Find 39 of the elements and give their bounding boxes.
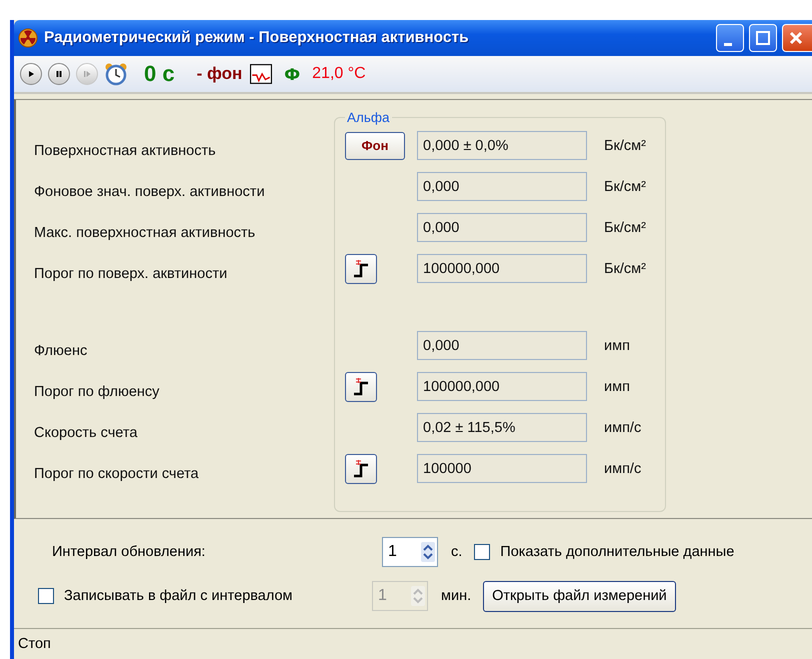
interval-spinner[interactable]: 1 (382, 537, 438, 567)
value-field: 0,000 ± 0,0% (417, 131, 587, 160)
flux-label: Ф (284, 64, 300, 84)
value-field: 0,000 (417, 331, 587, 360)
unit-label: Бк/см² (604, 260, 646, 276)
unit-label: Бк/см² (604, 138, 646, 154)
row-label: Флюенс (34, 342, 88, 358)
background-status: - фон (196, 64, 242, 84)
status-text: Стоп (18, 636, 51, 652)
row-label: Макс. поверхностная активность (34, 224, 256, 240)
group-title: Альфа (346, 110, 391, 125)
interval-label: Интервал обновления: (52, 544, 206, 560)
value-field: 0,02 ± 115,5% (417, 413, 587, 442)
unit-label: имп/с (604, 420, 642, 436)
unit-label: Бк/см² (604, 220, 646, 236)
row-label: Скорость счета (34, 424, 138, 440)
value-field: 100000,000 (417, 254, 587, 283)
unit-label: имп/с (604, 460, 642, 476)
unit-label: имп (604, 338, 630, 354)
open-file-button[interactable]: Открыть файл измерений (483, 580, 676, 612)
value-field: 100000,000 (417, 372, 587, 401)
row-label: Порог по флюенсу (34, 384, 160, 400)
unit-label: Бк/см² (604, 178, 646, 194)
checkbox-label: Записывать в файл с интервалом (64, 588, 294, 604)
checkbox-label: Показать дополнительные данные (500, 544, 734, 560)
row-label: Порог по скорости счета (34, 466, 199, 482)
row-label: Порог по поверх. аквтиности (34, 266, 228, 282)
value-field: 100000 (417, 454, 587, 483)
row-label: Поверхностная активность (34, 142, 216, 158)
timer-text: 0 с (144, 61, 175, 87)
seconds-label: с. (451, 544, 462, 560)
background-button[interactable]: Фон (345, 132, 405, 160)
value-field: 0,000 (417, 213, 587, 242)
unit-label: имп (604, 378, 630, 394)
temperature-text: 21,0 °C (312, 65, 366, 83)
window-title: Радиометрический режим - Поверхностная активность (44, 29, 469, 47)
minutes-label: мин. (441, 588, 472, 604)
value-field: 0,000 (417, 172, 587, 201)
row-label: Фоновое знач. поверх. активности (34, 184, 265, 200)
